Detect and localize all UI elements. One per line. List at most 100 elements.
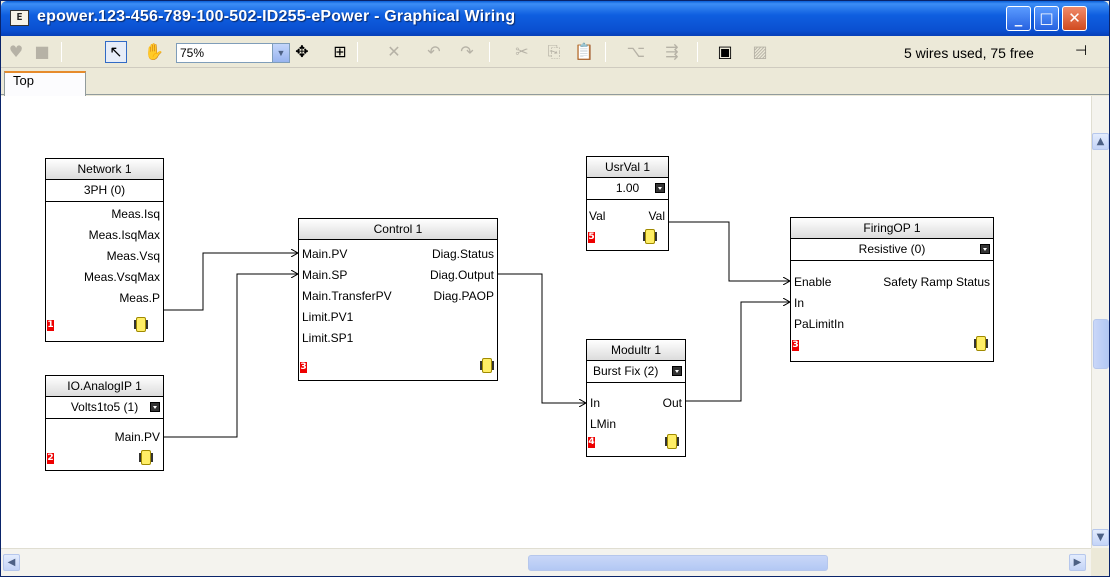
block-title: Control 1 — [299, 219, 497, 240]
block-title: IO.AnalogIP 1 — [46, 376, 163, 397]
horizontal-scrollbar[interactable]: ◀ ▶ — [1, 548, 1091, 576]
maximize-button[interactable]: □ — [1034, 6, 1059, 31]
redo-icon[interactable]: ↷ — [456, 41, 478, 63]
block-title: UsrVal 1 — [587, 157, 668, 178]
grid-icon[interactable]: ⊞ — [329, 41, 351, 63]
scroll-right-button[interactable]: ▶ — [1069, 554, 1086, 571]
analogip-block[interactable]: IO.AnalogIP 1 Volts1to5 (1) Main.PV 2 — [45, 375, 164, 471]
wiring-canvas[interactable]: Network 1 3PH (0) Meas.Isq Meas.IsqMax M… — [1, 96, 1091, 548]
graphical-wiring-window: E epower.123-456-789-100-502-ID255-ePowe… — [0, 0, 1110, 577]
toolbar-separator — [697, 42, 698, 62]
block-mode: Resistive (0) — [791, 239, 993, 261]
wire-analogip-to-mainsp — [164, 274, 298, 438]
pin-main-sp[interactable]: Main.SP — [302, 268, 347, 282]
toolbar-separator — [357, 42, 358, 62]
dropdown-icon[interactable] — [672, 366, 682, 376]
pin-lmin[interactable]: LMin — [590, 417, 616, 431]
title-bar[interactable]: E epower.123-456-789-100-502-ID255-ePowe… — [1, 1, 1109, 36]
hide-values-icon[interactable]: ▨ — [749, 41, 771, 63]
cut-icon[interactable]: ✂ — [511, 41, 533, 63]
pan-hand-icon[interactable]: ✋ — [143, 41, 165, 63]
wire-output-to-modultr — [498, 273, 586, 403]
wire-modultr-to-firingin — [686, 302, 790, 402]
toolbar-separator — [605, 42, 606, 62]
modultr-block[interactable]: Modultr 1 Burst Fix (2) In LMin Out 4 — [586, 339, 686, 457]
pin-main-pv[interactable]: Main.PV — [302, 247, 347, 261]
block-number: 1 — [47, 320, 54, 331]
app-icon: E — [10, 10, 29, 26]
execution-order-icon — [665, 434, 679, 449]
pin-out[interactable]: Out — [663, 396, 682, 410]
scrollbar-corner — [1091, 548, 1109, 576]
vertical-scroll-thumb[interactable] — [1093, 319, 1109, 369]
pin-meas-isqmax[interactable]: Meas.IsqMax — [89, 228, 160, 242]
block-title: Modultr 1 — [587, 340, 685, 361]
square-icon[interactable]: ■ — [31, 41, 53, 63]
pin-meas-vsqmax[interactable]: Meas.VsqMax — [84, 270, 160, 284]
show-values-icon[interactable]: ▣ — [714, 41, 736, 63]
toolbar-separator — [61, 42, 62, 62]
block-number: 2 — [47, 453, 54, 464]
move-icon[interactable]: ✥ — [291, 41, 313, 63]
pin-icon[interactable]: ⊣ — [1075, 43, 1087, 59]
pin-diag-status[interactable]: Diag.Status — [432, 247, 494, 261]
pin-enable[interactable]: Enable — [794, 275, 831, 289]
block-number: 4 — [588, 437, 595, 448]
horizontal-scroll-thumb[interactable] — [528, 555, 828, 571]
delete-icon[interactable]: ✕ — [383, 41, 405, 63]
block-number: 3 — [300, 362, 307, 373]
pointer-icon[interactable]: ↖ — [105, 41, 127, 63]
pin-limit-pv1[interactable]: Limit.PV1 — [302, 310, 353, 324]
shape-icon[interactable]: ♥ — [5, 41, 27, 63]
pin-limit-sp1[interactable]: Limit.SP1 — [302, 331, 353, 345]
undo-icon[interactable]: ↶ — [423, 41, 445, 63]
toolbar-separator — [489, 42, 490, 62]
pin-meas-p[interactable]: Meas.P — [119, 291, 160, 305]
network-block[interactable]: Network 1 3PH (0) Meas.Isq Meas.IsqMax M… — [45, 158, 164, 342]
tab-top[interactable]: Top — [4, 71, 86, 96]
scroll-left-button[interactable]: ◀ — [3, 554, 20, 571]
pin-in[interactable]: In — [590, 396, 600, 410]
pin-main-transferpv[interactable]: Main.TransferPV — [302, 289, 392, 303]
paste-icon[interactable]: 📋 — [573, 41, 595, 63]
block-number: 3 — [792, 340, 799, 351]
minimize-button[interactable]: _ — [1006, 6, 1031, 31]
block-mode: Burst Fix (2) — [587, 361, 685, 383]
pin-diag-output[interactable]: Diag.Output — [430, 268, 494, 282]
copy-icon[interactable]: ⎘ — [543, 41, 565, 63]
toolbar: ♥ ■ ↖ ✋ 75% ▼ ✥ ⊞ ✕ ↶ ↷ ✂ ⎘ 📋 ⌥ ⇶ ▣ ▨ 5 … — [1, 36, 1109, 68]
dropdown-icon[interactable] — [655, 183, 665, 193]
close-button[interactable]: ✕ — [1062, 6, 1087, 31]
pin-val-in[interactable]: Val — [589, 209, 605, 223]
block-mode: 1.00 — [587, 178, 668, 200]
wire-count-status: 5 wires used, 75 free — [904, 45, 1034, 61]
control-block[interactable]: Control 1 Main.PV Main.SP Main.TransferP… — [298, 218, 498, 381]
window-title: epower.123-456-789-100-502-ID255-ePower … — [37, 8, 516, 25]
pin-diag-paop[interactable]: Diag.PAOP — [434, 289, 494, 303]
pin-safety-ramp-status[interactable]: Safety Ramp Status — [883, 275, 990, 289]
pin-in[interactable]: In — [794, 296, 804, 310]
route-wire-icon[interactable]: ⌥ — [625, 41, 647, 63]
vertical-scrollbar[interactable]: ▲ ▼ — [1091, 96, 1109, 548]
pin-meas-isq[interactable]: Meas.Isq — [111, 207, 160, 221]
scroll-up-button[interactable]: ▲ — [1092, 133, 1109, 150]
dropdown-icon[interactable] — [980, 244, 990, 254]
usrval-block[interactable]: UsrVal 1 1.00 Val Val 5 — [586, 156, 669, 251]
zoom-value: 75% — [180, 46, 205, 60]
block-number: 5 — [588, 232, 595, 243]
pin-meas-vsq[interactable]: Meas.Vsq — [107, 249, 160, 263]
chevron-down-icon[interactable]: ▼ — [272, 44, 289, 62]
wire-measp-to-mainpv — [164, 253, 298, 311]
route-wires-icon[interactable]: ⇶ — [661, 41, 683, 63]
pin-val-out[interactable]: Val — [649, 209, 665, 223]
wire-usrval-to-enable — [669, 221, 790, 281]
firingop-block[interactable]: FiringOP 1 Resistive (0) Enable In PaLim… — [790, 217, 994, 362]
block-title: FiringOP 1 — [791, 218, 993, 239]
pin-main-pv[interactable]: Main.PV — [115, 430, 160, 444]
zoom-select[interactable]: 75% ▼ — [176, 43, 290, 63]
scroll-down-button[interactable]: ▼ — [1092, 529, 1109, 546]
execution-order-icon — [643, 229, 657, 244]
block-mode: 3PH (0) — [46, 180, 163, 202]
dropdown-icon[interactable] — [150, 402, 160, 412]
pin-palimitin[interactable]: PaLimitIn — [794, 317, 844, 331]
